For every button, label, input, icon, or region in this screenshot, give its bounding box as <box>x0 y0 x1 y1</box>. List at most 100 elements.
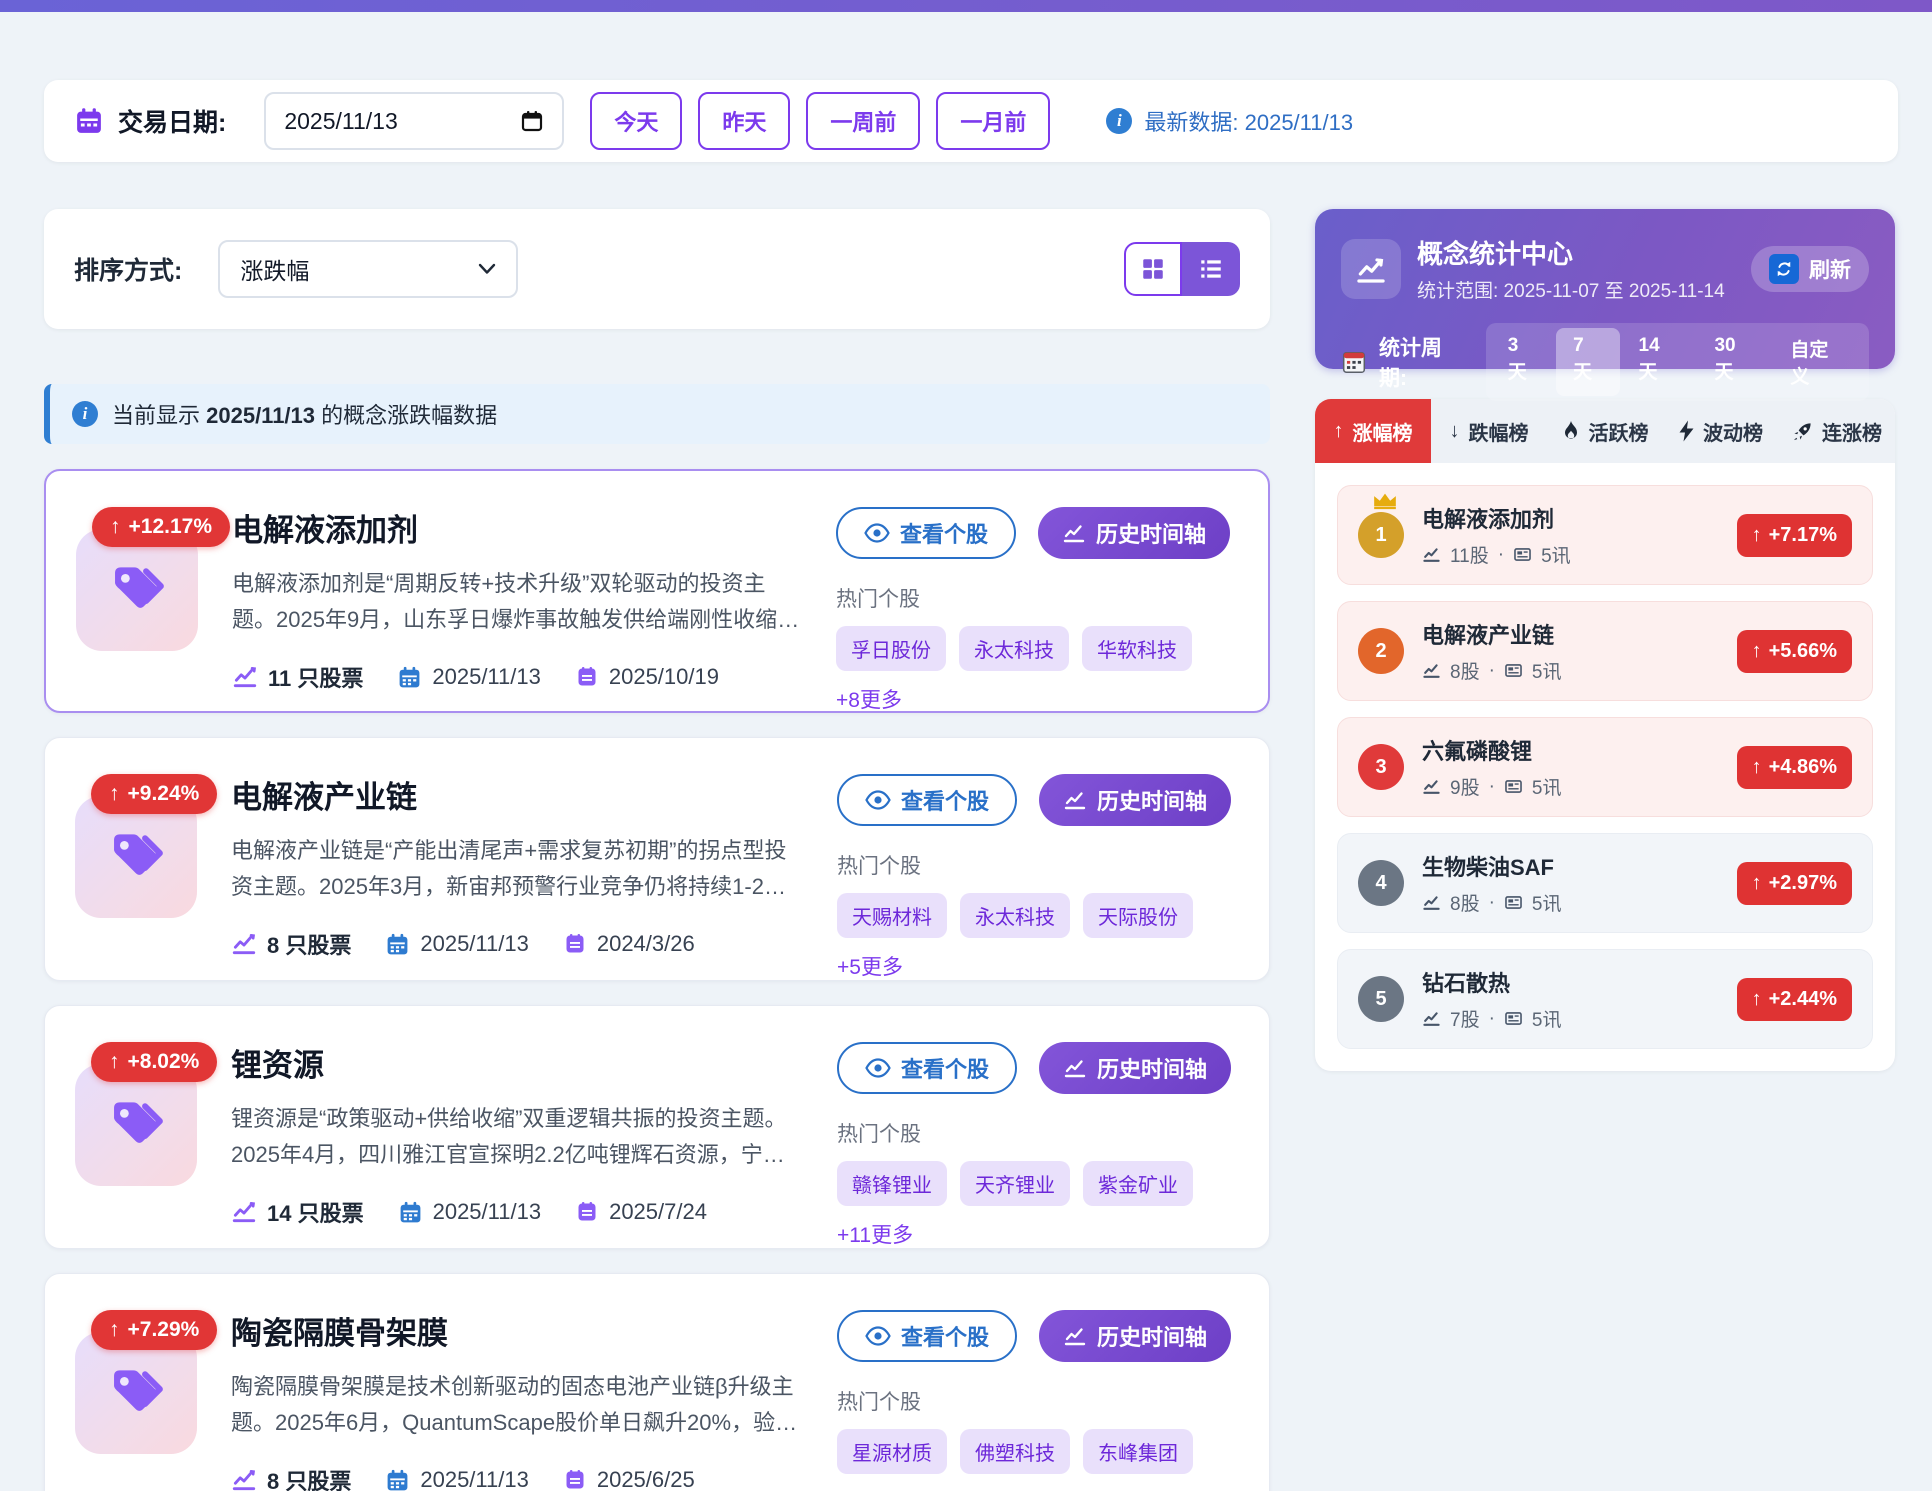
stock-chip[interactable]: 天齐锂业 <box>960 1161 1070 1206</box>
concept-icon-wrap: ↑+7.29% <box>75 1332 197 1486</box>
up-arrow-icon: ↑ <box>1752 756 1762 779</box>
create-date: 2025/10/19 <box>609 664 719 690</box>
period-3d-button[interactable]: 3天 <box>1491 328 1554 396</box>
rank-title: 电解液添加剂 <box>1422 502 1571 534</box>
up-arrow-icon: ↑ <box>110 515 121 539</box>
period-custom-button[interactable]: 自定义 <box>1773 328 1864 396</box>
history-timeline-button[interactable]: 历史时间轴 <box>1039 774 1231 826</box>
stock-count: 7股 <box>1450 1005 1480 1032</box>
concept-card[interactable]: ↑+7.29% 陶瓷隔膜骨架膜 陶瓷隔膜骨架膜是技术创新驱动的固态电池产业链β升… <box>44 1273 1270 1491</box>
ranking-item[interactable]: 3 六氟磷酸锂 9股 · 5讯 ↑+4.86% <box>1337 717 1873 817</box>
sort-select[interactable]: 涨跌幅 <box>218 240 518 298</box>
chart-icon <box>232 664 258 690</box>
concept-card[interactable]: ↑+12.17% 电解液添加剂 电解液添加剂是“周期反转+技术升级”双轮驱动的投… <box>44 469 1270 713</box>
stock-count: 11 只股票 <box>268 661 363 693</box>
history-timeline-button[interactable]: 历史时间轴 <box>1038 507 1230 559</box>
lightning-icon <box>1679 420 1694 442</box>
concept-card[interactable]: ↑+9.24% 电解液产业链 电解液产业链是“产能出清尾声+需求复苏初期”的拐点… <box>44 737 1270 981</box>
mini-chart-icon <box>1422 777 1441 796</box>
chevron-down-icon <box>478 263 496 275</box>
tag-icon <box>105 826 167 888</box>
history-timeline-button[interactable]: 历史时间轴 <box>1039 1042 1231 1094</box>
stock-count: 8股 <box>1450 889 1480 916</box>
mini-calendar-icon <box>1341 349 1367 375</box>
stock-chip[interactable]: 赣锋锂业 <box>837 1161 947 1206</box>
concept-card[interactable]: ↑+8.02% 锂资源 锂资源是“政策驱动+供给收缩”双重逻辑共振的投资主题。2… <box>44 1005 1270 1249</box>
calendar-icon <box>398 1200 423 1225</box>
stock-chip[interactable]: 东峰集团 <box>1083 1429 1193 1474</box>
period-14d-button[interactable]: 14天 <box>1622 328 1696 396</box>
stock-chip[interactable]: 天际股份 <box>1083 893 1193 938</box>
news-count: 5讯 <box>1532 657 1562 684</box>
stock-chip[interactable]: 华软科技 <box>1082 626 1192 671</box>
tag-icon <box>105 1094 167 1156</box>
dot-separator: · <box>1489 892 1495 914</box>
update-date: 2025/11/13 <box>432 664 540 690</box>
info-icon: i <box>72 401 98 427</box>
more-stocks-link[interactable]: +5更多 <box>837 1487 903 1491</box>
date-input[interactable]: 2025/11/13 <box>264 92 564 150</box>
view-stocks-button[interactable]: 查看个股 <box>837 1310 1017 1362</box>
month-ago-button[interactable]: 一月前 <box>936 92 1050 150</box>
view-stocks-button[interactable]: 查看个股 <box>836 507 1016 559</box>
more-stocks-link[interactable]: +11更多 <box>837 1219 913 1249</box>
ranking-panel: ↑涨幅榜 ↓跌幅榜 活跃榜 波动榜 连涨榜 1 电解液添加剂 <box>1315 399 1895 1071</box>
change-badge: ↑+8.02% <box>91 1042 217 1082</box>
grid-view-button[interactable] <box>1124 242 1182 296</box>
concept-title: 电解液产业链 <box>231 772 803 817</box>
rank-title: 钻石散热 <box>1422 966 1561 998</box>
concept-icon-wrap: ↑+9.24% <box>75 796 197 950</box>
main-column: 排序方式: 涨跌幅 <box>44 209 1270 1491</box>
yesterday-button[interactable]: 昨天 <box>698 92 790 150</box>
tab-streak[interactable]: 连涨榜 <box>1779 399 1895 463</box>
stock-chip[interactable]: 佛塑科技 <box>960 1429 1070 1474</box>
stock-chip[interactable]: 永太科技 <box>959 626 1069 671</box>
stock-count: 8 只股票 <box>267 928 351 960</box>
ranking-item[interactable]: 5 钻石散热 7股 · 5讯 ↑+2.44% <box>1337 949 1873 1049</box>
note-icon <box>575 1200 599 1224</box>
refresh-button[interactable]: 刷新 <box>1751 246 1869 292</box>
news-icon <box>1504 661 1523 680</box>
view-stocks-button[interactable]: 查看个股 <box>837 1042 1017 1094</box>
ranking-item[interactable]: 1 电解液添加剂 11股 · 5讯 ↑+7.17% <box>1337 485 1873 585</box>
chart-icon <box>1063 1324 1087 1348</box>
up-arrow-icon: ↑ <box>1752 524 1762 547</box>
tab-losers[interactable]: ↓跌幅榜 <box>1431 399 1547 463</box>
period-7d-button[interactable]: 7天 <box>1556 328 1619 396</box>
create-date: 2024/3/26 <box>597 931 695 957</box>
current-view-banner: i 当前显示 2025/11/13 的概念涨跌幅数据 <box>44 384 1270 444</box>
refresh-icon <box>1769 254 1799 284</box>
more-stocks-link[interactable]: +5更多 <box>837 951 903 981</box>
up-arrow-icon: ↑ <box>109 1050 120 1074</box>
period-30d-button[interactable]: 30天 <box>1697 328 1771 396</box>
ranking-item[interactable]: 2 电解液产业链 8股 · 5讯 ↑+5.66% <box>1337 601 1873 701</box>
up-arrow-icon: ↑ <box>1334 420 1344 443</box>
tab-gainers[interactable]: ↑涨幅榜 <box>1315 399 1431 463</box>
note-icon <box>575 665 599 689</box>
tab-active[interactable]: 活跃榜 <box>1547 399 1663 463</box>
trade-date-label: 交易日期: <box>118 103 226 139</box>
hot-stocks-label: 热门个股 <box>837 1118 1239 1148</box>
stock-chip[interactable]: 紫金矿业 <box>1083 1161 1193 1206</box>
date-value: 2025/11/13 <box>284 108 397 135</box>
view-stocks-button[interactable]: 查看个股 <box>837 774 1017 826</box>
tag-icon-box <box>75 1064 197 1186</box>
date-picker-icon[interactable] <box>520 109 544 133</box>
stock-chip[interactable]: 永太科技 <box>960 893 1070 938</box>
week-ago-button[interactable]: 一周前 <box>806 92 920 150</box>
list-view-button[interactable] <box>1182 242 1240 296</box>
up-arrow-icon: ↑ <box>109 1318 120 1342</box>
ranking-item[interactable]: 4 生物柴油SAF 8股 · 5讯 ↑+2.97% <box>1337 833 1873 933</box>
stock-chip[interactable]: 星源材质 <box>837 1429 947 1474</box>
update-date: 2025/11/13 <box>420 931 528 957</box>
hot-stocks-label: 热门个股 <box>837 1386 1239 1416</box>
today-button[interactable]: 今天 <box>590 92 682 150</box>
tab-volatility[interactable]: 波动榜 <box>1663 399 1779 463</box>
stock-chip[interactable]: 孚日股份 <box>836 626 946 671</box>
more-stocks-link[interactable]: +8更多 <box>836 684 902 714</box>
dot-separator: · <box>1489 1008 1495 1030</box>
chart-icon <box>1063 788 1087 812</box>
news-count: 5讯 <box>1532 1005 1562 1032</box>
history-timeline-button[interactable]: 历史时间轴 <box>1039 1310 1231 1362</box>
stock-chip[interactable]: 天赐材料 <box>837 893 947 938</box>
